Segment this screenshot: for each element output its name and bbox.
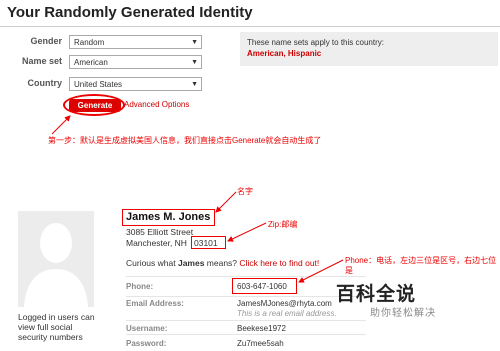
phone-arrow — [298, 259, 344, 283]
step1-arrow — [51, 115, 71, 135]
annotation-arrows — [51, 115, 344, 283]
zip-arrow — [227, 222, 267, 242]
name-arrow — [215, 191, 237, 213]
